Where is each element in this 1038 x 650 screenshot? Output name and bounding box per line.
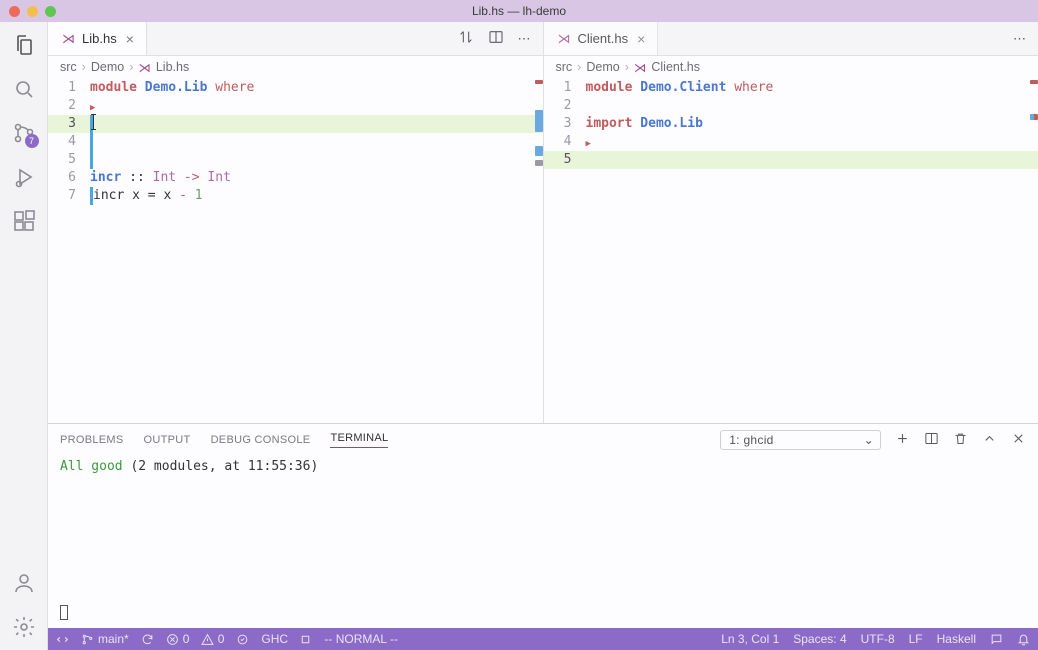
panel-tab-problems[interactable]: PROBLEMS — [60, 434, 124, 446]
search-icon[interactable] — [11, 76, 37, 102]
haskell-file-icon: ⋊ — [634, 60, 647, 75]
notifications-bell-icon[interactable] — [1017, 633, 1030, 646]
more-actions-icon[interactable]: ⋯ — [1013, 31, 1026, 47]
terminal-cursor — [60, 605, 68, 620]
maximize-panel-icon[interactable] — [982, 431, 997, 449]
remote-indicator[interactable] — [56, 633, 69, 646]
code-editor[interactable]: 1module Demo.Client where 2 3import Demo… — [544, 78, 1038, 169]
editor-group-right: ⋊ Client.hs × ⋯ src› Demo› ⋊ Client.hs — [544, 22, 1038, 423]
encoding-status[interactable]: UTF-8 — [861, 632, 895, 646]
panel-tab-terminal[interactable]: TERMINAL — [330, 432, 388, 448]
compare-changes-icon[interactable] — [458, 29, 474, 48]
new-terminal-icon[interactable] — [895, 431, 910, 449]
minimap[interactable] — [1024, 78, 1038, 423]
line-number: 3 — [48, 115, 90, 133]
ghc-status[interactable]: GHC — [261, 632, 312, 646]
extensions-icon[interactable] — [11, 208, 37, 234]
breadcrumb-part[interactable]: src — [556, 60, 573, 74]
haskell-file-icon: ⋊ — [558, 31, 571, 47]
close-panel-icon[interactable] — [1011, 431, 1026, 449]
line-number: 1 — [48, 79, 90, 97]
split-terminal-icon[interactable] — [924, 431, 939, 449]
breadcrumb-part[interactable]: Demo — [586, 60, 619, 74]
chevron-down-icon: ⌄ — [864, 433, 874, 447]
breadcrumb-part[interactable]: src — [60, 60, 77, 74]
problems-status[interactable]: 0 0 — [166, 632, 225, 646]
breadcrumb-part[interactable]: Client.hs — [651, 60, 700, 74]
tab-client-hs[interactable]: ⋊ Client.hs × — [544, 22, 659, 55]
tab-lib-hs[interactable]: ⋊ Lib.hs × — [48, 22, 147, 55]
breadcrumb[interactable]: src› Demo› ⋊ Lib.hs — [48, 56, 543, 78]
vim-mode-status: -- NORMAL -- — [324, 632, 398, 646]
run-debug-icon[interactable] — [11, 164, 37, 190]
cursor-position-status[interactable]: Ln 3, Col 1 — [721, 632, 779, 646]
line-number: 5 — [544, 151, 586, 169]
window-title: Lib.hs — lh-demo — [0, 4, 1038, 18]
terminal-selector[interactable]: 1: ghcid ⌄ — [720, 430, 881, 450]
scm-badge: 7 — [25, 134, 39, 148]
eol-status[interactable]: LF — [909, 632, 923, 646]
panel: PROBLEMS OUTPUT DEBUG CONSOLE TERMINAL 1… — [48, 423, 1038, 628]
line-number: 7 — [48, 187, 90, 205]
panel-tab-debug[interactable]: DEBUG CONSOLE — [211, 434, 311, 446]
tab-label: Lib.hs — [82, 31, 117, 46]
editor-group-left: ⋊ Lib.hs × ⋯ src› Demo› ⋊ — [48, 22, 544, 423]
line-number: 4 — [544, 133, 586, 151]
line-number: 3 — [544, 115, 586, 133]
feedback-icon[interactable] — [990, 633, 1003, 646]
close-tab-icon[interactable]: × — [635, 31, 647, 47]
text-cursor — [93, 115, 94, 129]
line-number: 5 — [48, 151, 90, 169]
activity-bar: 7 — [0, 22, 48, 650]
breadcrumb-part[interactable]: Lib.hs — [156, 60, 189, 74]
split-editor-icon[interactable] — [488, 29, 504, 48]
terminal[interactable]: All good (2 modules, at 11:55:36) — [48, 456, 1038, 628]
more-actions-icon[interactable]: ⋯ — [518, 31, 531, 47]
terminal-status: All good — [60, 459, 123, 474]
live-share-icon[interactable] — [236, 633, 249, 646]
terminal-text: (2 modules, at 11:55:36) — [123, 459, 319, 474]
terminal-selector-label: 1: ghcid — [729, 433, 773, 447]
breadcrumb[interactable]: src› Demo› ⋊ Client.hs — [544, 56, 1038, 78]
haskell-file-icon: ⋊ — [138, 60, 151, 75]
source-control-icon[interactable]: 7 — [11, 120, 37, 146]
line-number: 4 — [48, 133, 90, 151]
gutter-marker-icon: ▶ — [90, 103, 95, 113]
settings-gear-icon[interactable] — [11, 614, 37, 640]
kill-terminal-icon[interactable] — [953, 431, 968, 449]
panel-tab-output[interactable]: OUTPUT — [144, 434, 191, 446]
account-icon[interactable] — [11, 570, 37, 596]
sync-changes-icon[interactable] — [141, 633, 154, 646]
line-number: 2 — [48, 97, 90, 115]
breadcrumb-part[interactable]: Demo — [91, 60, 124, 74]
line-number: 2 — [544, 97, 586, 115]
line-number: 6 — [48, 169, 90, 187]
explorer-icon[interactable] — [11, 32, 37, 58]
indentation-status[interactable]: Spaces: 4 — [793, 632, 846, 646]
tab-label: Client.hs — [578, 31, 629, 46]
git-branch-status[interactable]: main* — [81, 632, 129, 646]
titlebar: Lib.hs — lh-demo — [0, 0, 1038, 22]
code-editor[interactable]: 1module Demo.Lib where 2▶ 3 4 5 6incr ::… — [48, 78, 543, 205]
language-mode-status[interactable]: Haskell — [937, 632, 976, 646]
haskell-file-icon: ⋊ — [62, 31, 75, 47]
minimap[interactable] — [529, 78, 543, 423]
gutter-marker-icon: ▶ — [586, 139, 591, 149]
status-bar: main* 0 0 GHC -- NORMAL -- Ln 3, Col 1 S… — [48, 628, 1038, 650]
line-number: 1 — [544, 79, 586, 97]
close-tab-icon[interactable]: × — [124, 31, 136, 47]
